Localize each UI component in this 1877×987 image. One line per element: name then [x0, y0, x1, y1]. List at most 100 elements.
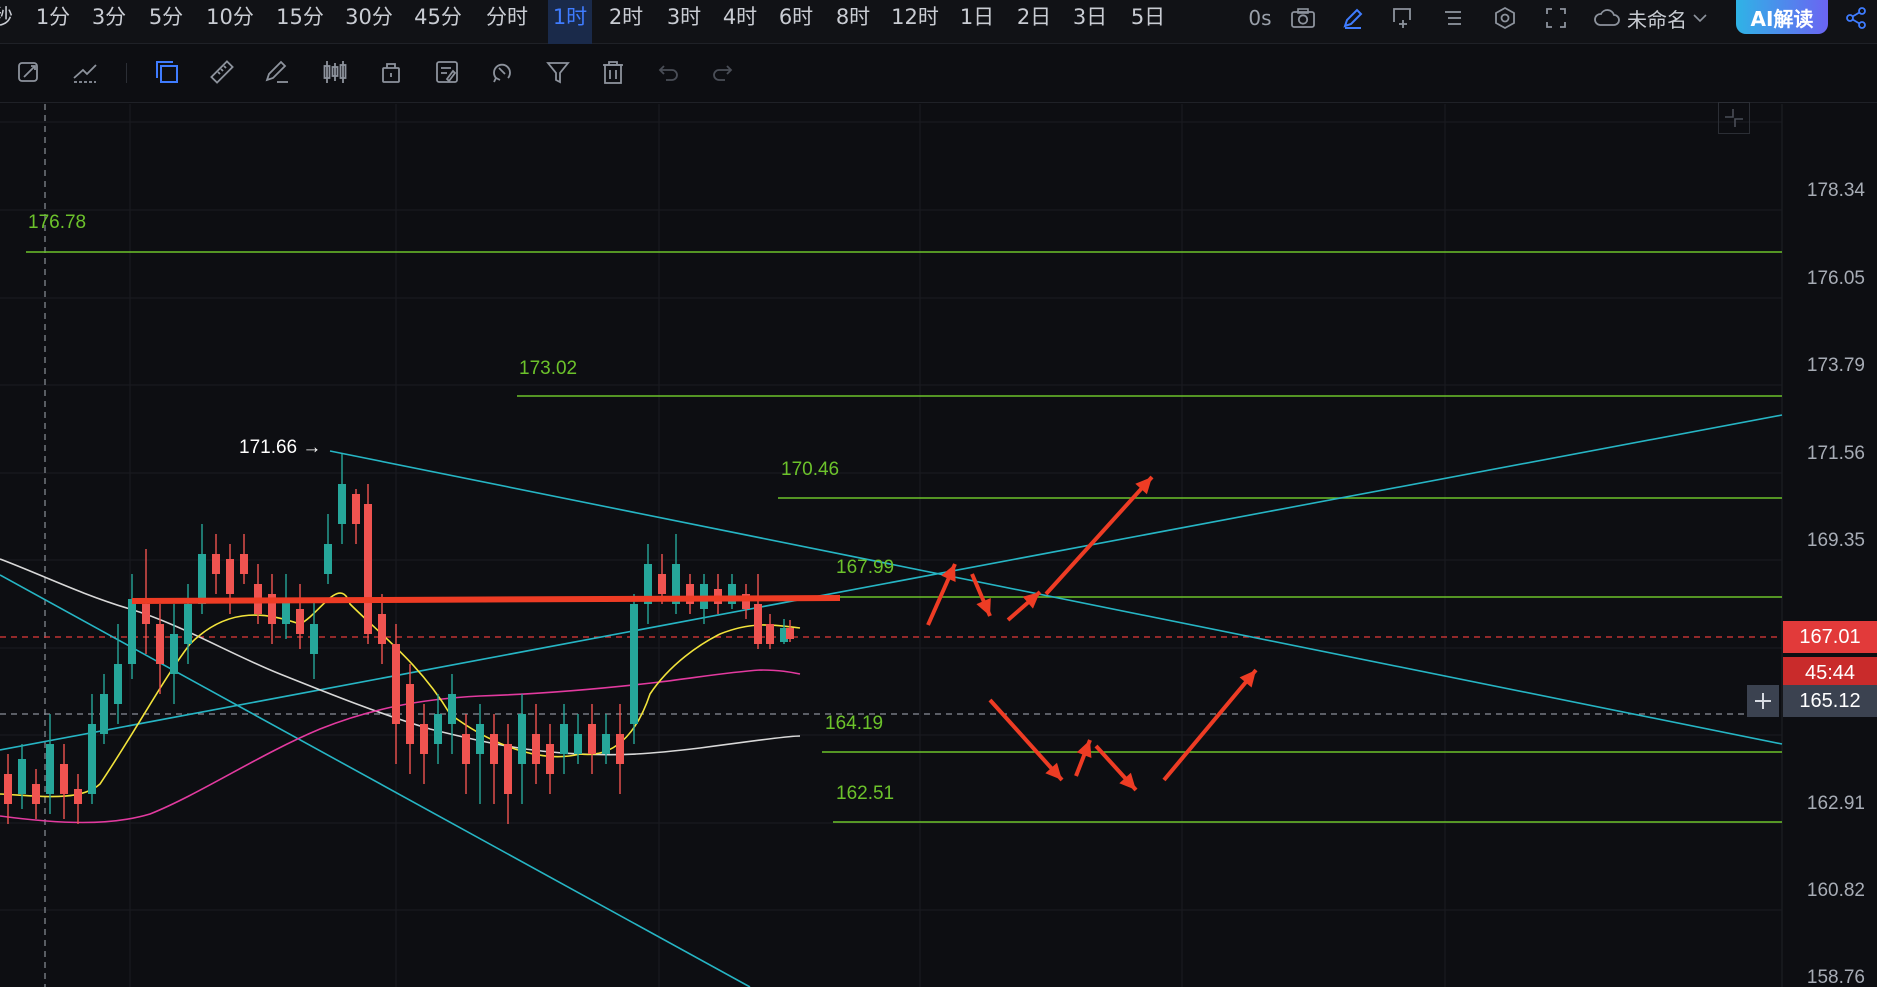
timeframe-tab[interactable]: 45分 [411, 0, 465, 44]
candle-body [546, 744, 554, 774]
candle-body [88, 724, 96, 794]
timeframe-tab[interactable]: 15分 [273, 0, 327, 44]
candle-body [114, 664, 122, 704]
cloud-icon [1594, 9, 1620, 26]
note-icon[interactable] [430, 55, 464, 89]
level-label: 164.19 [825, 713, 884, 734]
redo-icon[interactable] [706, 55, 740, 89]
brush-icon[interactable] [260, 55, 294, 89]
candle-body [128, 599, 136, 664]
camera-icon[interactable] [1285, 0, 1321, 36]
timeframe-tab[interactable]: 8时 [831, 0, 875, 44]
candles-icon[interactable] [318, 55, 352, 89]
chart-canvas[interactable] [0, 104, 1877, 987]
resistance-annotation-line [131, 595, 841, 604]
timeframe-tab[interactable]: 10分 [203, 0, 257, 44]
candle-body [364, 504, 372, 634]
settings-icon[interactable] [1487, 0, 1523, 36]
lock-icon[interactable] [374, 55, 408, 89]
undo-icon[interactable] [651, 55, 685, 89]
level-label: 167.99 [836, 557, 895, 578]
peak-price-label: 171.66 → [239, 437, 321, 459]
axis-label: 178.34 [1806, 180, 1865, 201]
filter-icon[interactable] [541, 55, 575, 89]
fullscreen-icon[interactable] [1538, 0, 1574, 36]
axis-label: 158.76 [1806, 967, 1865, 987]
candle-body [226, 559, 234, 594]
arrow-right-icon: → [302, 437, 322, 458]
candle-body [532, 734, 540, 764]
candle-body [18, 759, 26, 794]
timeframe-tab[interactable]: 1分 [33, 0, 73, 44]
timeframe-tab[interactable]: 5日 [1126, 0, 1170, 44]
candle-body [462, 734, 470, 764]
layout-name: 未命名 [1627, 7, 1687, 32]
timeframe-tab[interactable]: 1时 [548, 0, 592, 44]
chevron-down-icon [1693, 14, 1707, 23]
timeframe-tab[interactable]: 秒 [0, 0, 13, 44]
ai-interpret-button[interactable]: AI解读 [1736, 0, 1828, 34]
candle-body [46, 744, 54, 794]
timeframe-tab[interactable]: 4时 [718, 0, 762, 44]
crosshair-price-tag: 165.12 [1783, 685, 1877, 717]
ascending-trendline [0, 414, 1783, 751]
candle-body [476, 724, 484, 754]
level-label: 170.46 [781, 459, 840, 480]
level-label: 162.51 [836, 783, 895, 804]
select-rect-icon[interactable] [150, 55, 184, 89]
candle-body [338, 484, 346, 524]
candle-body [630, 604, 638, 724]
timeframe-tab[interactable]: 12时 [887, 0, 943, 44]
candle-body [32, 784, 40, 804]
timeframe-tab[interactable]: 6时 [774, 0, 818, 44]
timeframe-tab[interactable]: 分时 [482, 0, 532, 44]
timeframe-tab[interactable]: 1日 [957, 0, 997, 44]
add-window-icon[interactable] [1384, 0, 1420, 36]
timeframe-tab[interactable]: 3时 [662, 0, 706, 44]
candle-body [392, 644, 400, 724]
timeframe-tab[interactable]: 3日 [1068, 0, 1112, 44]
level-label: 173.02 [519, 358, 578, 379]
share-icon[interactable] [1838, 0, 1874, 36]
timeframe-tab[interactable]: 2日 [1012, 0, 1056, 44]
sync-draw-icon[interactable] [12, 55, 46, 89]
list-icon[interactable] [1435, 0, 1471, 36]
collapse-icon[interactable] [1718, 102, 1750, 134]
layout-selector[interactable]: 未命名 [1593, 0, 1723, 36]
axis-label: 169.35 [1806, 530, 1865, 551]
timeframe-bar: 秒 1分 3分 5分 10分 15分 30分 45分 分时 1时 2时 3时 4时 6时 8时 12时 1日 2日… [0, 0, 1877, 44]
timeframe-tab[interactable]: 3分 [89, 0, 129, 44]
timeframe-tab[interactable]: 5分 [146, 0, 186, 44]
ruler-icon[interactable] [205, 55, 239, 89]
candle-body [754, 604, 762, 644]
arrow-up-target [1044, 475, 1154, 596]
add-order-button[interactable] [1747, 685, 1779, 717]
candle-body [574, 734, 582, 754]
arrow-up-4 [1162, 668, 1258, 782]
candle-body [420, 724, 428, 754]
candle-body [142, 604, 150, 624]
candle-body [490, 734, 498, 764]
plus-icon [1755, 693, 1771, 709]
candle-body [518, 714, 526, 764]
price-chart[interactable]: 178.34 176.05 173.79 171.56 169.35 162.9… [0, 102, 1877, 987]
candle-body [658, 574, 666, 594]
latency-label: 0s [1248, 6, 1272, 30]
timeframe-tab[interactable]: 30分 [342, 0, 396, 44]
pencil-icon[interactable] [1335, 0, 1371, 36]
magnet-icon[interactable] [485, 55, 519, 89]
candle-body [310, 624, 318, 654]
timeframe-tab[interactable]: 2时 [604, 0, 648, 44]
candle-body [588, 724, 596, 754]
candle-body [352, 494, 360, 524]
candle-body [448, 694, 456, 724]
candle-body [198, 554, 206, 604]
candle-body [324, 544, 332, 574]
trash-icon[interactable] [596, 55, 630, 89]
peak-price-value: 171.66 [239, 437, 298, 458]
candle-body [766, 624, 774, 644]
axis-label: 173.79 [1806, 355, 1865, 376]
axis-label: 162.91 [1806, 793, 1865, 814]
trend-line-icon[interactable] [68, 55, 102, 89]
candle-body [100, 694, 108, 734]
